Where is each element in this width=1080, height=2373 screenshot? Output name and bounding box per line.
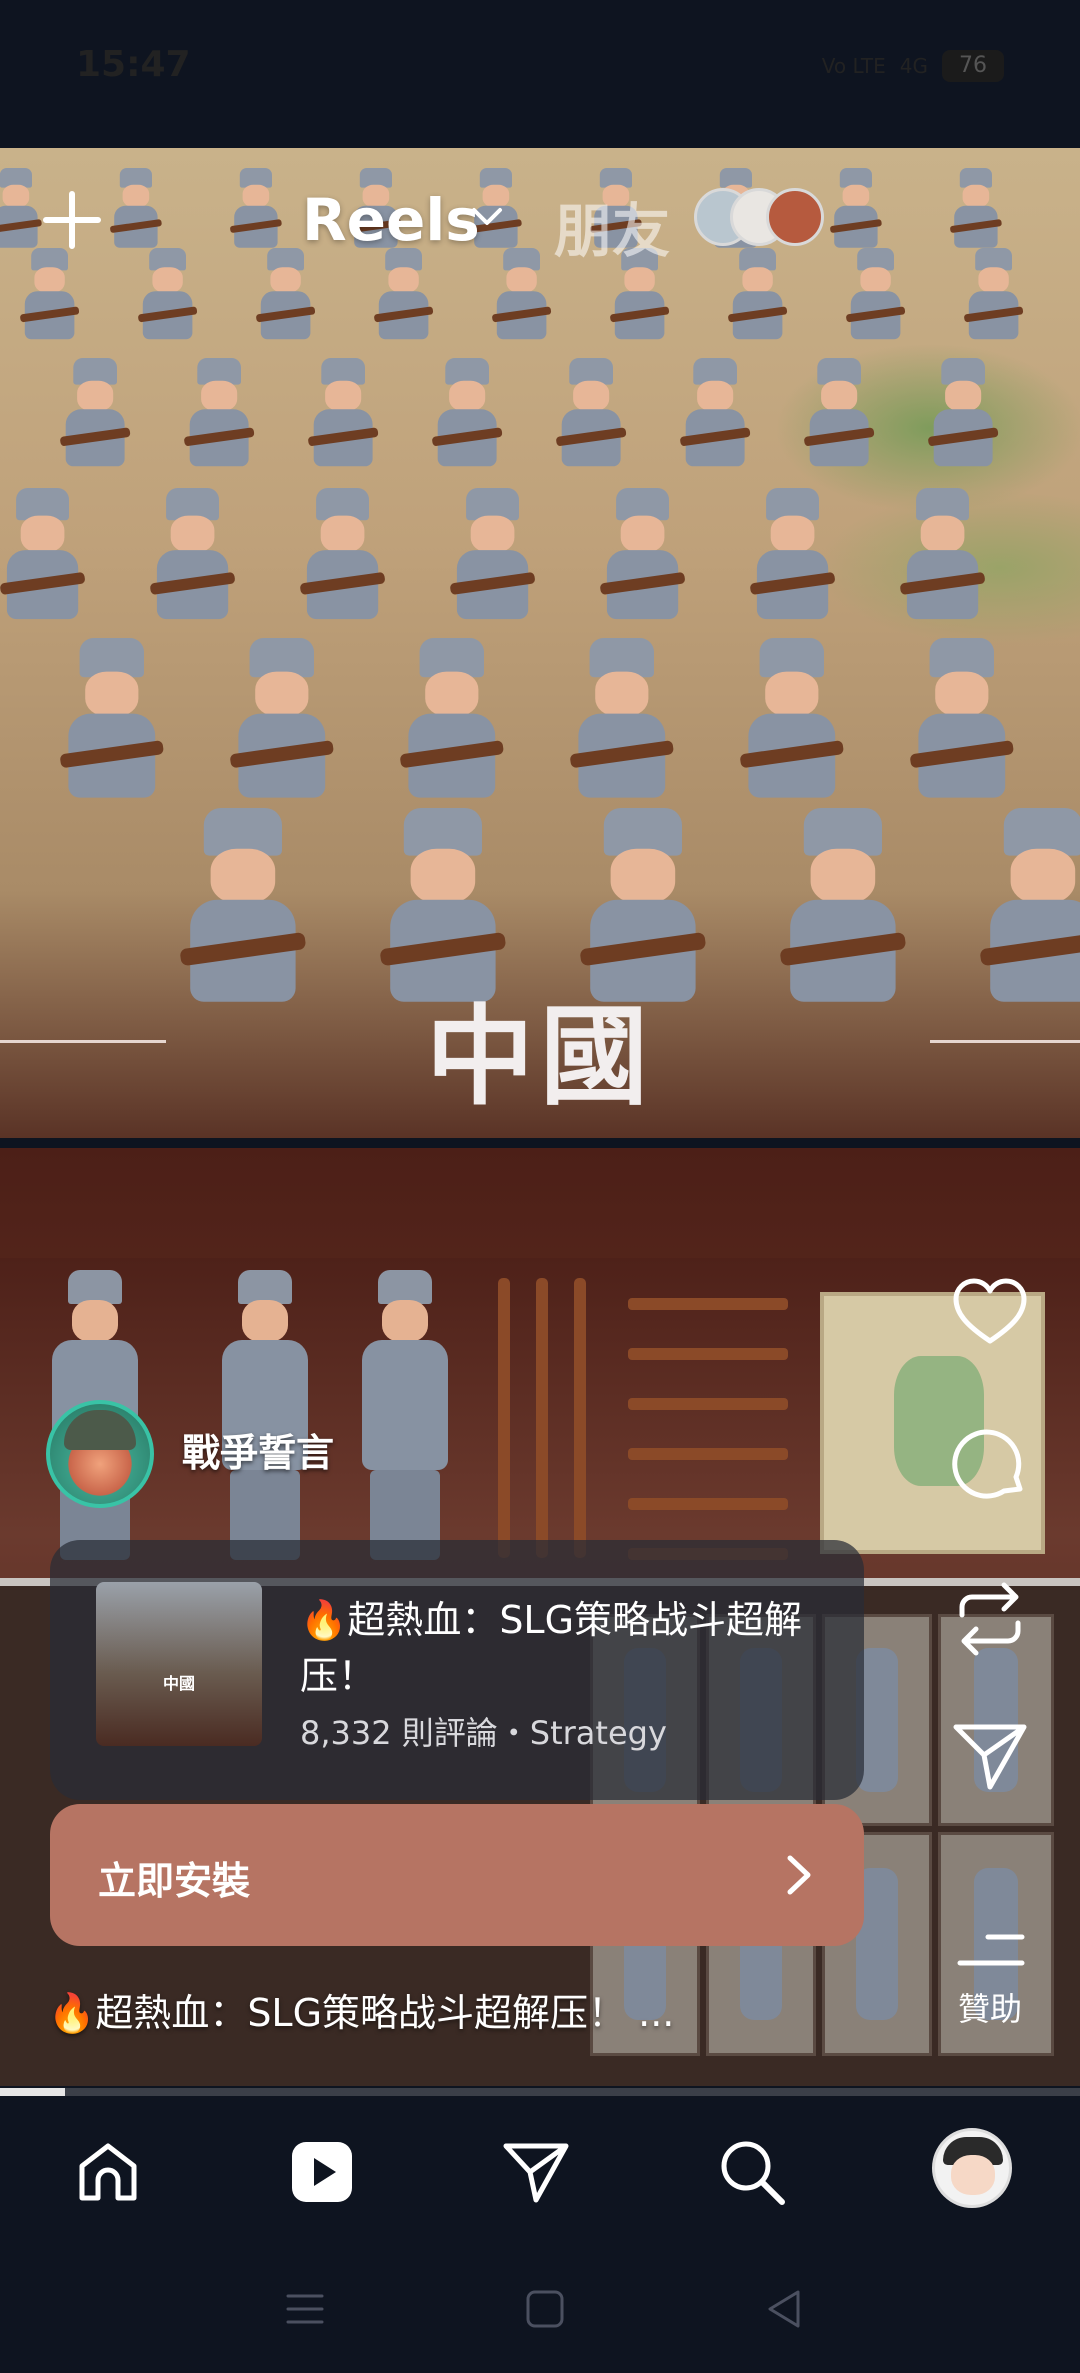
sheet-soldier-three-quarter <box>200 1270 330 1570</box>
soldier-figure <box>963 248 1024 344</box>
soldier-figure <box>927 358 999 472</box>
search-icon <box>721 2141 785 2205</box>
soldier-figure <box>739 638 845 806</box>
soldier-figure <box>255 248 316 344</box>
ad-thumbnail[interactable]: 中國 <box>96 1582 262 1746</box>
soldier-figure <box>749 488 836 626</box>
ad-title[interactable]: 🔥超熱血：SLG策略战斗超解压！ <box>300 1592 840 1704</box>
sheet-soldier-side <box>340 1270 470 1570</box>
soldier-figure <box>229 168 283 252</box>
soldier-figure <box>909 638 1015 806</box>
send-icon <box>953 1724 1027 1790</box>
nav-messages[interactable] <box>496 2132 576 2212</box>
install-button-label: 立即安裝 <box>98 1859 251 1903</box>
menu-icon <box>957 1934 1025 1966</box>
bottom-navigation <box>0 2096 1080 2246</box>
volte-indicator: Vo LTE <box>821 54 886 78</box>
repost-button[interactable] <box>940 1574 1040 1664</box>
author-name[interactable]: 戰爭誓言 <box>182 1422 334 1477</box>
reels-icon <box>292 2142 352 2202</box>
soldier-figure <box>109 168 163 252</box>
soldier-figure <box>845 248 906 344</box>
home-icon <box>79 2143 137 2201</box>
sponsored-label: 贊助 <box>957 1990 1022 2028</box>
status-bar: 15:47 Vo LTE 4G 76 <box>0 0 1080 148</box>
soldier-figure <box>599 488 686 626</box>
battery-indicator: 76 <box>942 50 1004 82</box>
install-button[interactable]: 立即安裝 <box>50 1804 864 1946</box>
soldier-figure <box>137 248 198 344</box>
nav-search[interactable] <box>712 2132 792 2212</box>
recents-icon[interactable] <box>282 2286 328 2332</box>
soldier-figure <box>803 358 875 472</box>
ad-thumbnail-title: 中國 <box>162 1674 195 1693</box>
soldier-figure <box>183 358 255 472</box>
reel-caption[interactable]: 🔥超熱血：SLG策略战斗超解压！ ... <box>48 1982 674 2037</box>
soldier-figure <box>555 358 627 472</box>
soldier-figure <box>949 168 1003 252</box>
soldier-figure <box>727 248 788 344</box>
soldier-figure <box>229 638 335 806</box>
back-icon[interactable] <box>762 2286 808 2332</box>
signal-indicator: 4G <box>899 54 928 78</box>
system-navigation <box>0 2246 1080 2373</box>
chevron-down-icon[interactable] <box>470 202 504 232</box>
soldier-figure <box>0 488 86 626</box>
nav-reels[interactable] <box>282 2132 362 2212</box>
chevron-right-icon <box>780 1852 820 1898</box>
create-icon[interactable] <box>40 188 104 252</box>
more-button[interactable] <box>940 1906 1040 1996</box>
soldier-figure <box>899 488 986 626</box>
video-progress-fill <box>0 2088 65 2096</box>
soldier-figure <box>19 248 80 344</box>
soldier-figure <box>431 358 503 472</box>
comment-button[interactable] <box>940 1420 1040 1510</box>
soldier-figure <box>679 358 751 472</box>
status-time: 15:47 <box>76 44 191 85</box>
author-avatar[interactable] <box>46 1400 154 1508</box>
repost-icon <box>959 1582 1021 1656</box>
send-icon <box>503 2143 569 2203</box>
video-overlay-title: 中國 <box>425 995 654 1120</box>
home-button-icon[interactable] <box>522 2286 568 2332</box>
like-button[interactable] <box>940 1268 1040 1358</box>
soldier-figure <box>491 248 552 344</box>
share-button[interactable] <box>940 1712 1040 1802</box>
nav-profile-avatar[interactable] <box>932 2128 1012 2208</box>
video-progress[interactable] <box>0 2088 1080 2096</box>
weapon-sheet <box>478 1278 808 1578</box>
soldier-figure <box>149 488 236 626</box>
friend-avatars[interactable] <box>694 188 844 248</box>
reels-tab[interactable]: Reels <box>302 186 480 254</box>
soldier-figure <box>449 488 536 626</box>
ad-card[interactable]: 中國 🔥超熱血：SLG策略战斗超解压！ 8,332 則評論・Strategy <box>50 1540 864 1800</box>
heart-icon <box>953 1278 1027 1344</box>
soldier-figure <box>399 638 505 806</box>
soldier-figure <box>0 168 43 252</box>
soldier-figure <box>59 638 165 806</box>
friends-tab[interactable]: 朋友 <box>554 184 670 268</box>
soldier-figure <box>299 488 386 626</box>
comment-icon <box>952 1429 1023 1499</box>
soldier-figure <box>59 358 131 472</box>
nav-home[interactable] <box>68 2132 148 2212</box>
ad-meta: 8,332 則評論・Strategy <box>300 1714 667 1752</box>
soldier-figure <box>569 638 675 806</box>
status-indicators: Vo LTE 4G 76 <box>822 50 1004 82</box>
soldier-figure <box>307 358 379 472</box>
friend-avatar <box>766 188 824 246</box>
soldier-figure <box>373 248 434 344</box>
